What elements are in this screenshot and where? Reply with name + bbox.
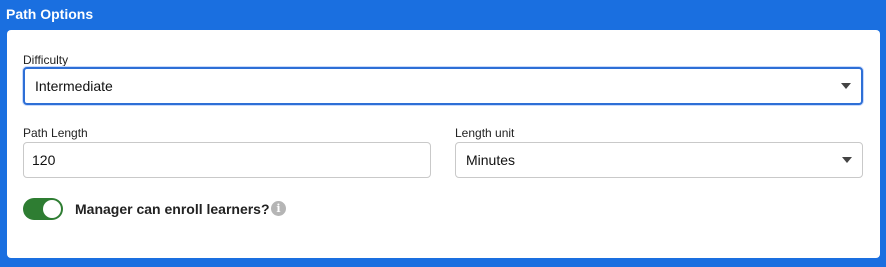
path-length-input[interactable]: 120 (23, 142, 431, 178)
length-unit-label: Length unit (455, 126, 515, 140)
difficulty-value: Intermediate (35, 78, 113, 94)
difficulty-label: Difficulty (23, 53, 69, 67)
length-unit-value: Minutes (466, 152, 516, 168)
chevron-down-icon (842, 157, 852, 163)
manager-enroll-label: Manager can enroll learners? (75, 201, 270, 217)
toggle-knob (43, 200, 61, 218)
difficulty-select[interactable]: Intermediate (23, 67, 863, 105)
path-options-card: Difficulty Intermediate Path Length 120 … (7, 30, 880, 258)
panel-title: Path Options (6, 6, 94, 22)
length-unit-select[interactable]: Minutes (455, 142, 863, 178)
info-icon[interactable]: i (271, 201, 286, 216)
path-length-value: 120 (32, 152, 56, 168)
manager-enroll-toggle[interactable] (23, 198, 63, 220)
path-options-panel: Path Options Difficulty Intermediate Pat… (0, 0, 886, 267)
path-length-label: Path Length (23, 126, 88, 140)
chevron-down-icon (841, 83, 851, 89)
